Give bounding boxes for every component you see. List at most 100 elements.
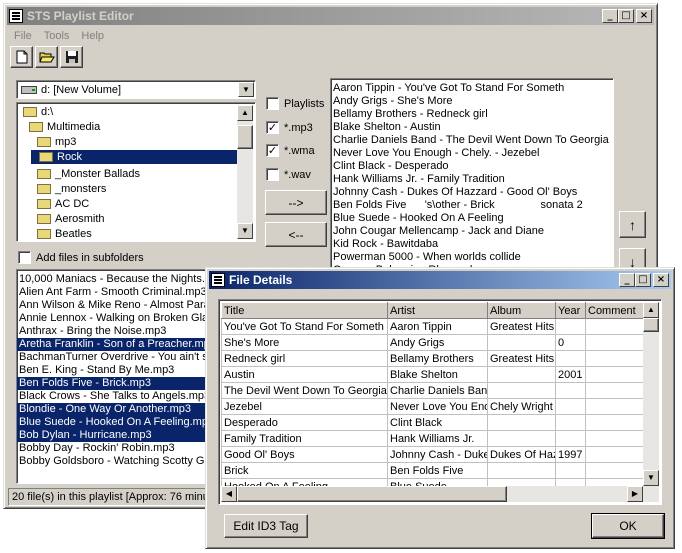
list-item-selected[interactable]: Blondie - One Way Or Another.mp3	[17, 403, 215, 416]
playlist-item[interactable]: Kid Rock - Bawitdaba	[331, 238, 613, 251]
drive-select[interactable]: d: [New Volume] ▼	[16, 80, 256, 99]
maximize-button[interactable]: □	[618, 9, 634, 23]
list-item-selected[interactable]: Blue Suede - Hooked On A Feeling.mp3	[17, 416, 215, 429]
folder-tree[interactable]: d:\ Multimedia mp3 Rock _Monster Ballads…	[16, 102, 256, 242]
file-list[interactable]: 10,000 Maniacs - Because the Nights.mp3 …	[16, 269, 216, 484]
tree-item[interactable]: Aerosmith	[37, 212, 105, 226]
playlist-item[interactable]: Charlie Daniels Band - The Devil Went Do…	[331, 134, 613, 147]
drive-select-value: d: [New Volume]	[41, 84, 122, 96]
playlist-list[interactable]: Aaron Tippin - You've Got To Stand For S…	[330, 78, 614, 278]
list-item-selected[interactable]: Bob Dylan - Hurricane.mp3	[17, 429, 215, 442]
scroll-thumb[interactable]	[237, 125, 253, 149]
main-titlebar[interactable]: STS Playlist Editor _ □ ×	[7, 7, 654, 25]
close-button[interactable]: ×	[636, 9, 652, 23]
grid-hscrollbar[interactable]: ◀ ▶	[221, 486, 659, 502]
new-button[interactable]	[10, 46, 33, 68]
column-title[interactable]: Title	[221, 302, 388, 319]
dialog-titlebar[interactable]: File Details _ □ ×	[209, 271, 671, 289]
list-item[interactable]: BachmanTurner Overdrive - You ain't seen	[17, 351, 215, 364]
new-document-icon	[16, 50, 27, 64]
list-item[interactable]: Bobby Day - Rockin' Robin.mp3	[17, 442, 215, 455]
checkbox-wav[interactable]	[266, 168, 279, 181]
table-row[interactable]: Family Tradition Hank Williams Jr.	[221, 430, 646, 447]
table-cell	[585, 446, 646, 463]
grid-vscrollbar[interactable]: ▲ ▼	[643, 302, 659, 486]
playlist-item[interactable]: Aaron Tippin - You've Got To Stand For S…	[331, 82, 613, 95]
list-item[interactable]: Anthrax - Bring the Noise.mp3	[17, 325, 215, 338]
ok-button[interactable]: OK	[591, 513, 665, 539]
list-item[interactable]: 10,000 Maniacs - Because the Nights.mp3	[17, 273, 215, 286]
tree-item[interactable]: _monsters	[37, 182, 106, 196]
scroll-thumb[interactable]	[643, 318, 659, 332]
save-button[interactable]	[60, 46, 83, 68]
hscroll-thumb[interactable]	[237, 486, 507, 502]
menu-help[interactable]: Help	[75, 28, 110, 44]
playlist-item[interactable]: Blake Shelton - Austin	[331, 121, 613, 134]
menubar: File Tools Help	[8, 28, 110, 44]
tree-item[interactable]: AC DC	[37, 197, 89, 211]
list-item-selected[interactable]: Aretha Franklin - Son of a Preacher.mp3	[17, 338, 215, 351]
scroll-down-icon[interactable]: ▼	[643, 470, 659, 486]
playlist-item[interactable]: Andy Grigs - She's More	[331, 95, 613, 108]
chevron-down-icon[interactable]: ▼	[238, 82, 254, 97]
checkbox-mp3[interactable]: ✓	[266, 121, 279, 134]
column-year[interactable]: Year	[555, 302, 586, 319]
tree-item[interactable]: Beatles	[37, 227, 92, 241]
tree-item[interactable]: d:\	[23, 105, 53, 119]
edit-id3-tag-button[interactable]: Edit ID3 Tag	[224, 514, 308, 538]
playlist-item[interactable]: Johnny Cash - Dukes Of Hazzard - Good Ol…	[331, 186, 613, 199]
close-button[interactable]: ×	[653, 273, 669, 287]
scroll-left-icon[interactable]: ◀	[221, 486, 237, 502]
tree-item[interactable]: _Monster Ballads	[37, 167, 140, 181]
minimize-button[interactable]: _	[602, 9, 618, 23]
list-item[interactable]: Annie Lennox - Walking on Broken Glass	[17, 312, 215, 325]
tree-item[interactable]: mp3	[37, 135, 76, 149]
playlist-item[interactable]: Ben Folds Five 's\other - Brick sonata 2	[331, 199, 613, 212]
minimize-button[interactable]: _	[619, 273, 635, 287]
menu-file[interactable]: File	[8, 28, 38, 44]
playlist-item[interactable]: Blue Suede - Hooked On A Feeling	[331, 212, 613, 225]
table-row[interactable]: Good Ol' Boys Johnny Cash - Dukes Dukes Of…	[221, 446, 646, 463]
scroll-up-icon[interactable]: ▲	[643, 302, 659, 318]
table-cell: Dukes Of Hazzard	[487, 446, 556, 463]
checkbox-wma[interactable]: ✓	[266, 144, 279, 157]
open-button[interactable]	[35, 46, 58, 68]
playlist-item[interactable]: Clint Black - Desperado	[331, 160, 613, 173]
table-row[interactable]: The Devil Went Down To Georgia Charlie Da…	[221, 382, 646, 399]
list-item[interactable]: Black Crows - She Talks to Angels.mp3	[17, 390, 215, 403]
playlist-item[interactable]: John Cougar Mellencamp - Jack and Diane	[331, 225, 613, 238]
scroll-up-icon[interactable]: ▲	[237, 105, 253, 121]
playlist-item[interactable]: Powerman 5000 - When worlds collide	[331, 251, 613, 264]
column-album[interactable]: Album	[487, 302, 556, 319]
maximize-button[interactable]: □	[635, 273, 651, 287]
table-row[interactable]: You've Got To Stand For Someth Aaron Tipp…	[221, 318, 646, 335]
tree-item[interactable]: Multimedia	[29, 120, 100, 134]
playlist-item[interactable]: Bellamy Brothers - Redneck girl	[331, 108, 613, 121]
table-row[interactable]: JezebelNever Love You EnoughChely Wright	[221, 398, 646, 415]
table-row[interactable]: Brick Ben Folds Five	[221, 462, 646, 479]
tree-scrollbar[interactable]: ▲ ▼	[237, 105, 253, 239]
scroll-right-icon[interactable]: ▶	[627, 486, 643, 502]
scroll-down-icon[interactable]: ▼	[237, 223, 253, 239]
list-item[interactable]: Ann Wilson & Mike Reno - Almost Paradise	[17, 299, 215, 312]
list-item[interactable]: Ben E. King - Stand By Me.mp3	[17, 364, 215, 377]
menu-tools[interactable]: Tools	[38, 28, 76, 44]
remove-from-playlist-button[interactable]: <--	[265, 222, 327, 247]
playlist-item[interactable]: Hank Williams Jr. - Family Tradition	[331, 173, 613, 186]
table-row[interactable]: Austin Blake Shelton 2001	[221, 366, 646, 383]
add-to-playlist-button[interactable]: -->	[265, 190, 327, 215]
details-grid[interactable]: Title Artist Album Year Comment You've G…	[218, 299, 662, 505]
tree-item-selected[interactable]: Rock	[31, 150, 239, 164]
playlist-item[interactable]: Never Love You Enough - Chely. - Jezebel	[331, 147, 613, 160]
table-row[interactable]: Desperado Clint Black	[221, 414, 646, 431]
move-up-button[interactable]: ↑	[619, 211, 646, 238]
list-item-selected[interactable]: Ben Folds Five - Brick.mp3	[17, 377, 215, 390]
column-comment[interactable]: Comment	[585, 302, 646, 319]
table-row[interactable]: She's More Andy Grigs 0	[221, 334, 646, 351]
list-item[interactable]: Bobby Goldsboro - Watching Scotty Grow	[17, 455, 215, 468]
list-item[interactable]: Alien Ant Farm - Smooth Criminal.mp3	[17, 286, 215, 299]
checkbox-subfolders[interactable]	[18, 251, 31, 264]
column-artist[interactable]: Artist	[387, 302, 488, 319]
checkbox-playlists[interactable]	[266, 97, 279, 110]
table-row[interactable]: Redneck girl Bellamy Brothers Greatest Hit…	[221, 350, 646, 367]
